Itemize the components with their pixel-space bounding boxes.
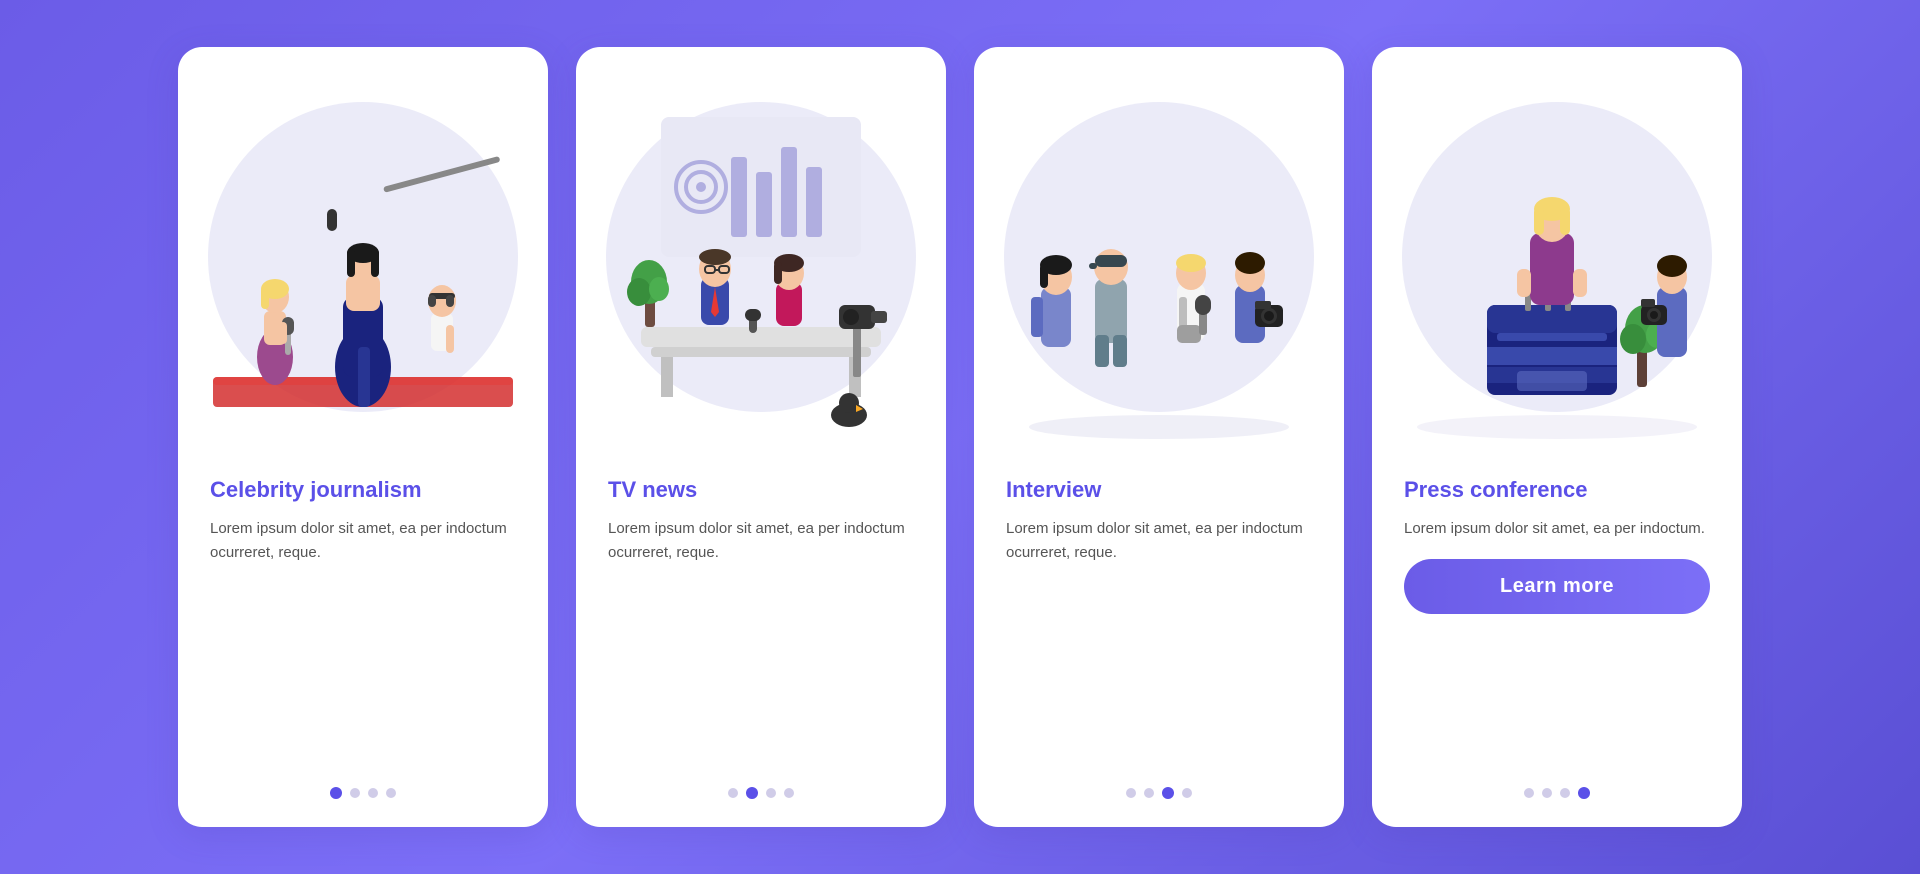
card3-svg — [999, 57, 1319, 457]
card4-content: Press conference Lorem ipsum dolor sit a… — [1372, 467, 1742, 799]
card1-text: Lorem ipsum dolor sit amet, ea per indoc… — [210, 517, 516, 565]
card-tv-news: TV news Lorem ipsum dolor sit amet, ea p… — [576, 47, 946, 827]
dot-2-3[interactable] — [766, 788, 776, 798]
learn-more-button[interactable]: Learn more — [1404, 559, 1710, 614]
card2-title: TV news — [608, 477, 914, 503]
card4-text: Lorem ipsum dolor sit amet, ea per indoc… — [1404, 517, 1710, 541]
dot-1-3[interactable] — [368, 788, 378, 798]
dot-3-3[interactable] — [1162, 787, 1174, 799]
cards-container: Celebrity journalism Lorem ipsum dolor s… — [178, 47, 1742, 827]
card1-svg — [203, 57, 523, 457]
dot-4-3[interactable] — [1560, 788, 1570, 798]
dot-1-4[interactable] — [386, 788, 396, 798]
card4-illustration — [1372, 47, 1742, 467]
card4-svg — [1397, 57, 1717, 457]
card2-content: TV news Lorem ipsum dolor sit amet, ea p… — [576, 467, 946, 799]
card1-title: Celebrity journalism — [210, 477, 516, 503]
dot-3-1[interactable] — [1126, 788, 1136, 798]
card3-content: Interview Lorem ipsum dolor sit amet, ea… — [974, 467, 1344, 799]
card1-content: Celebrity journalism Lorem ipsum dolor s… — [178, 467, 548, 799]
card2-text: Lorem ipsum dolor sit amet, ea per indoc… — [608, 517, 914, 565]
card2-dots — [608, 769, 914, 799]
card1-illustration — [178, 47, 548, 467]
card3-illustration — [974, 47, 1344, 467]
dot-3-2[interactable] — [1144, 788, 1154, 798]
card2-svg — [601, 57, 921, 457]
card3-dots — [1006, 769, 1312, 799]
card-interview: Interview Lorem ipsum dolor sit amet, ea… — [974, 47, 1344, 827]
card4-title: Press conference — [1404, 477, 1710, 503]
card3-title: Interview — [1006, 477, 1312, 503]
card-press-conference: Press conference Lorem ipsum dolor sit a… — [1372, 47, 1742, 827]
dot-2-2[interactable] — [746, 787, 758, 799]
dot-1-2[interactable] — [350, 788, 360, 798]
card2-illustration — [576, 47, 946, 467]
dot-2-4[interactable] — [784, 788, 794, 798]
dot-4-1[interactable] — [1524, 788, 1534, 798]
dot-3-4[interactable] — [1182, 788, 1192, 798]
card1-dots — [210, 769, 516, 799]
dot-4-4[interactable] — [1578, 787, 1590, 799]
card4-dots — [1404, 769, 1710, 799]
dot-1-1[interactable] — [330, 787, 342, 799]
dot-4-2[interactable] — [1542, 788, 1552, 798]
dot-2-1[interactable] — [728, 788, 738, 798]
card-celebrity-journalism: Celebrity journalism Lorem ipsum dolor s… — [178, 47, 548, 827]
card3-text: Lorem ipsum dolor sit amet, ea per indoc… — [1006, 517, 1312, 565]
